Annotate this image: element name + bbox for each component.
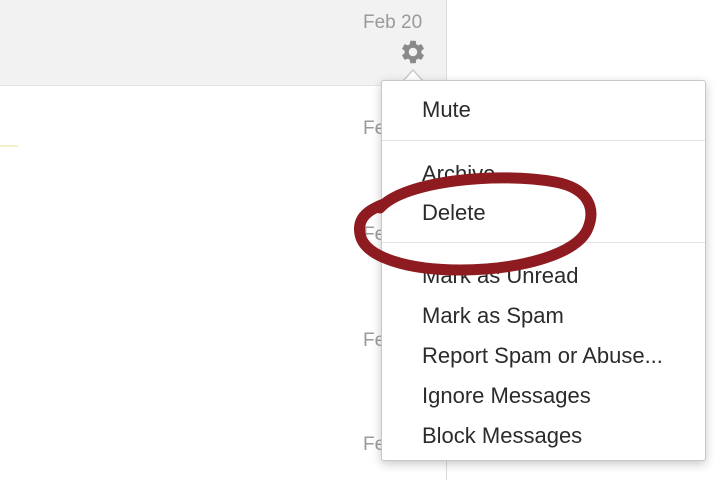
- menu-item-mark-as-unread[interactable]: Mark as Unread: [422, 263, 579, 289]
- conversation-row[interactable]: Fe: [0, 394, 446, 480]
- menu-item-mute[interactable]: Mute: [422, 97, 471, 123]
- conversation-row[interactable]: Fe: [0, 190, 446, 290]
- menu-item-block-messages[interactable]: Block Messages: [422, 423, 582, 449]
- conversation-date: Feb 20: [363, 12, 423, 33]
- conversation-row-selected[interactable]: Feb 20: [0, 0, 446, 86]
- conversation-row[interactable]: Fe: [0, 88, 446, 188]
- menu-separator: [382, 140, 705, 141]
- conversation-row[interactable]: Fe: [0, 292, 446, 392]
- menu-separator: [382, 242, 705, 243]
- menu-item-ignore-messages[interactable]: Ignore Messages: [422, 383, 591, 409]
- menu-item-mark-as-spam[interactable]: Mark as Spam: [422, 303, 564, 329]
- gear-icon[interactable]: [399, 38, 427, 66]
- messages-screen: Feb 20 Fe Fe Fe Fe Mute Archive Delete M…: [0, 0, 720, 480]
- conversation-options-menu: Mute Archive Delete Mark as Unread Mark …: [381, 80, 706, 461]
- menu-item-report-spam[interactable]: Report Spam or Abuse...: [422, 343, 663, 369]
- menu-item-delete[interactable]: Delete: [422, 200, 486, 226]
- menu-item-archive[interactable]: Archive: [422, 161, 495, 187]
- conversation-list: Feb 20 Fe Fe Fe Fe: [0, 0, 446, 480]
